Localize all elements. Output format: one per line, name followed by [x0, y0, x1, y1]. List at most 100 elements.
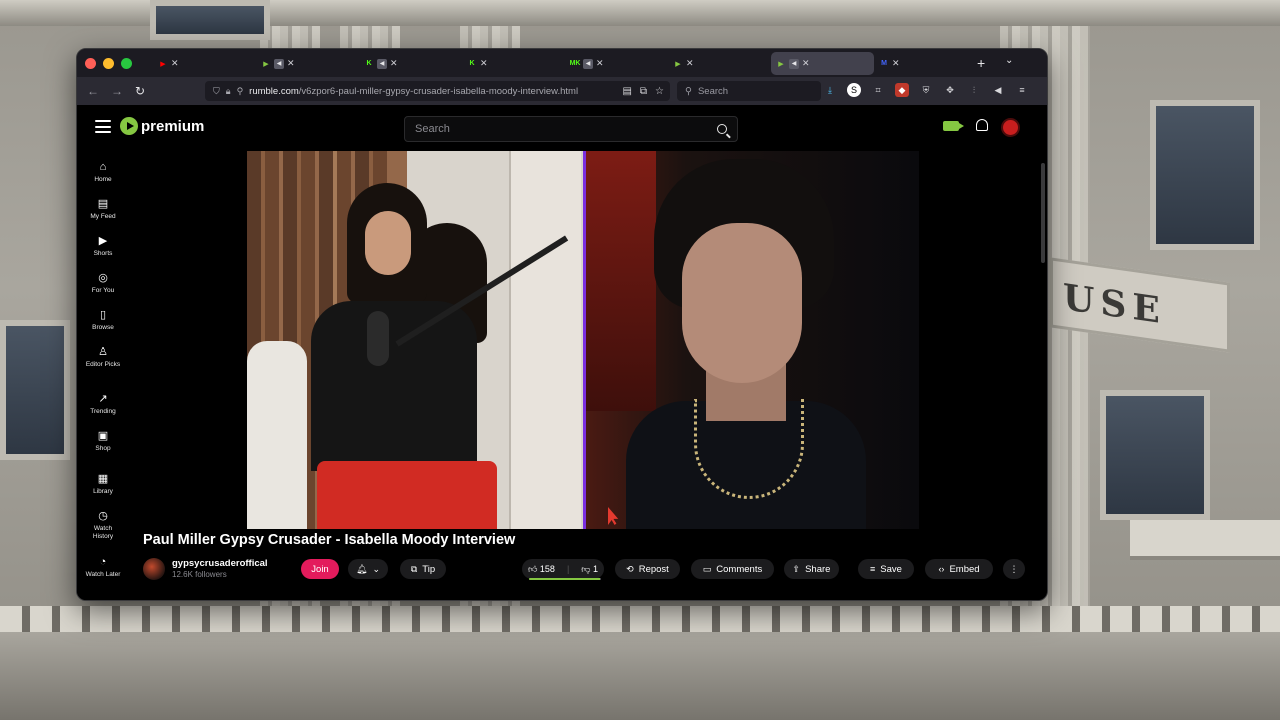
tip-button[interactable]: ⧉ Tip — [400, 559, 446, 579]
tab-favicon-icon: ▶ — [675, 60, 681, 68]
upload-video-icon[interactable] — [943, 121, 964, 131]
reload-button[interactable]: ↻ — [135, 84, 145, 98]
tab-favicon-icon: ▶ — [778, 60, 784, 68]
sidebar-item-label: Watch Later — [85, 571, 121, 578]
sidebar-item-shop[interactable]: ▣ Shop — [77, 430, 129, 453]
close-tab-icon[interactable]: ✕ — [390, 58, 398, 69]
back-button[interactable]: ← — [87, 84, 99, 98]
close-tab-icon[interactable]: ✕ — [802, 58, 810, 69]
extensions-puzzle-icon[interactable]: ✥ — [943, 83, 957, 97]
address-bar[interactable]: ⛉ 🔒︎ ⚲ rumble.com/v6zpor6-paul-miller-gyps… — [205, 81, 670, 101]
library-icon: ▦ — [97, 473, 109, 485]
download-icon[interactable]: ⤓ — [823, 83, 837, 97]
repost-button[interactable]: ⟲ Repost — [615, 559, 680, 579]
close-tab-icon[interactable]: ✕ — [892, 58, 900, 69]
embed-button[interactable]: ‹› Embed — [925, 559, 993, 579]
sidebar-item-trending[interactable]: ↗ Trending — [77, 393, 129, 416]
crop-icon[interactable]: ⌗ — [871, 83, 885, 97]
comments-button[interactable]: ▭ Comments — [691, 559, 774, 579]
browser-tab[interactable]: K◀clavicular Stre✕ — [219, 52, 462, 495]
ublock-icon[interactable]: ◆ — [895, 83, 909, 97]
close-tab-icon[interactable]: ✕ — [171, 58, 179, 69]
video-right-panel — [586, 151, 919, 529]
close-tab-icon[interactable]: ✕ — [686, 58, 694, 69]
browser-search-box[interactable]: ⚲ Search — [677, 81, 821, 101]
dislike-button[interactable]: 👎︎ 1 — [581, 564, 598, 575]
browser-tab[interactable]: MK◀MultiKick.com✕ — [219, 52, 668, 495]
join-label: Join — [311, 563, 329, 575]
permissions-icon[interactable]: ⚲ — [237, 86, 244, 97]
sidebar-item-library[interactable]: ▦ Library — [77, 473, 129, 496]
page-scrollbar[interactable] — [1041, 163, 1045, 263]
sidebar-item-watch-history[interactable]: ◷ Watch History — [77, 510, 129, 541]
share-label: Share — [805, 563, 831, 575]
comments-label: Comments — [716, 563, 763, 575]
channel-name[interactable]: gypsycrusaderoffical — [172, 558, 268, 569]
tab-favicon-icon: M — [881, 60, 887, 67]
close-window-button[interactable] — [85, 58, 96, 69]
sidebar-item-home[interactable]: ⌂ Home — [77, 161, 129, 184]
watch-later-icon: ◔ — [99, 556, 107, 568]
repost-icon: ⟲ — [626, 563, 634, 574]
save-label: Save — [880, 563, 902, 575]
video-player[interactable] — [129, 151, 1039, 529]
tab-list-chevron-icon[interactable]: ⌄ — [1005, 55, 1013, 66]
browser-tab[interactable]: ▶(948) Adin Ross Fi✕ — [153, 52, 345, 495]
menu-icon[interactable]: ≡ — [1015, 83, 1029, 97]
more-options-button[interactable]: ⋮ — [1003, 559, 1025, 579]
tab-audio-icon[interactable]: ◀ — [583, 58, 593, 69]
close-tab-icon[interactable]: ✕ — [480, 58, 488, 69]
sidebar-item-shorts[interactable]: ▶ Shorts — [77, 235, 129, 258]
sidebar-item-editor-picks[interactable]: ♙ Editor Picks — [77, 346, 129, 369]
url-text[interactable]: rumble.com/v6zpor6-paul-miller-gypsy-cru… — [249, 86, 616, 97]
thumbs-down-icon: 👎︎ — [581, 563, 591, 574]
picture-in-picture-icon[interactable]: ⧉ — [640, 86, 647, 97]
sidebar-item-label: Trending — [90, 408, 116, 415]
privacy-extension-icon[interactable]: ⛨ — [919, 83, 933, 97]
hamburger-menu-icon[interactable] — [95, 120, 111, 133]
lock-icon[interactable]: 🔒︎ — [226, 86, 231, 97]
minimize-window-button[interactable] — [103, 58, 114, 69]
site-search-input[interactable]: Search — [404, 116, 738, 142]
join-button[interactable]: Join — [301, 559, 339, 579]
maximize-window-button[interactable] — [121, 58, 132, 69]
browser-tab[interactable]: MMiCOURT Case Se✕ — [219, 52, 977, 495]
code-icon: ‹› — [938, 564, 945, 574]
audio-icon[interactable]: ◀ — [991, 83, 1005, 97]
sidebar-item-browse[interactable]: ▯ Browse — [77, 309, 129, 332]
new-tab-button[interactable]: + — [977, 55, 985, 71]
rumble-play-icon — [120, 117, 138, 135]
tab-audio-icon[interactable]: ◀ — [274, 58, 284, 69]
tab-audio-icon[interactable]: ◀ — [789, 58, 799, 69]
save-button[interactable]: ≡ Save — [858, 559, 914, 579]
browser-tab[interactable]: KIRL Streaming - Li✕ — [219, 52, 565, 495]
share-button[interactable]: ⇪ Share — [784, 559, 839, 579]
browser-tab[interactable]: ▶◀Browse✕ — [219, 52, 359, 495]
tab-favicon-icon: ▶ — [160, 60, 166, 68]
extensions-area: ⤓ S ⌗ ◆ ⛨ ✥ ⫶ ◀ ≡ — [823, 83, 1029, 97]
sidebar-item-my-feed[interactable]: ▤ My Feed — [77, 198, 129, 221]
sidebar-item-for-you[interactable]: ◎ For You — [77, 272, 129, 295]
bookmark-star-icon[interactable]: ☆ — [655, 86, 664, 97]
tracking-shield-icon[interactable]: ⛉ — [213, 86, 220, 97]
reader-view-icon[interactable]: ▤ — [622, 86, 631, 97]
close-tab-icon[interactable]: ✕ — [596, 58, 604, 69]
user-avatar[interactable] — [1001, 118, 1020, 137]
channel-avatar[interactable] — [143, 558, 165, 580]
sliders-icon[interactable]: ⫶ — [967, 83, 981, 97]
share-icon: ⇪ — [792, 563, 801, 574]
notify-button[interactable]: 🔔︎ ⌄ — [348, 559, 388, 579]
forward-button[interactable]: → — [111, 84, 123, 98]
extension-s-icon[interactable]: S — [847, 83, 861, 97]
rumble-logo[interactable]: premium — [120, 117, 204, 135]
browser-tab[interactable]: ▶◀Paul Miller Gyp✕ — [219, 52, 874, 495]
browser-tab[interactable]: ▶gypsycrusaderoffi✕ — [219, 52, 771, 495]
tab-audio-icon[interactable]: ◀ — [377, 58, 387, 69]
close-tab-icon[interactable]: ✕ — [287, 58, 295, 69]
search-icon[interactable] — [717, 124, 727, 134]
notifications-bell-icon[interactable] — [976, 119, 988, 131]
feed-icon: ▤ — [97, 198, 109, 210]
sidebar-item-watch-later[interactable]: ◔ Watch Later — [77, 556, 129, 579]
video-frame[interactable] — [247, 151, 919, 529]
like-button[interactable]: 👍︎ 158 — [528, 564, 555, 575]
